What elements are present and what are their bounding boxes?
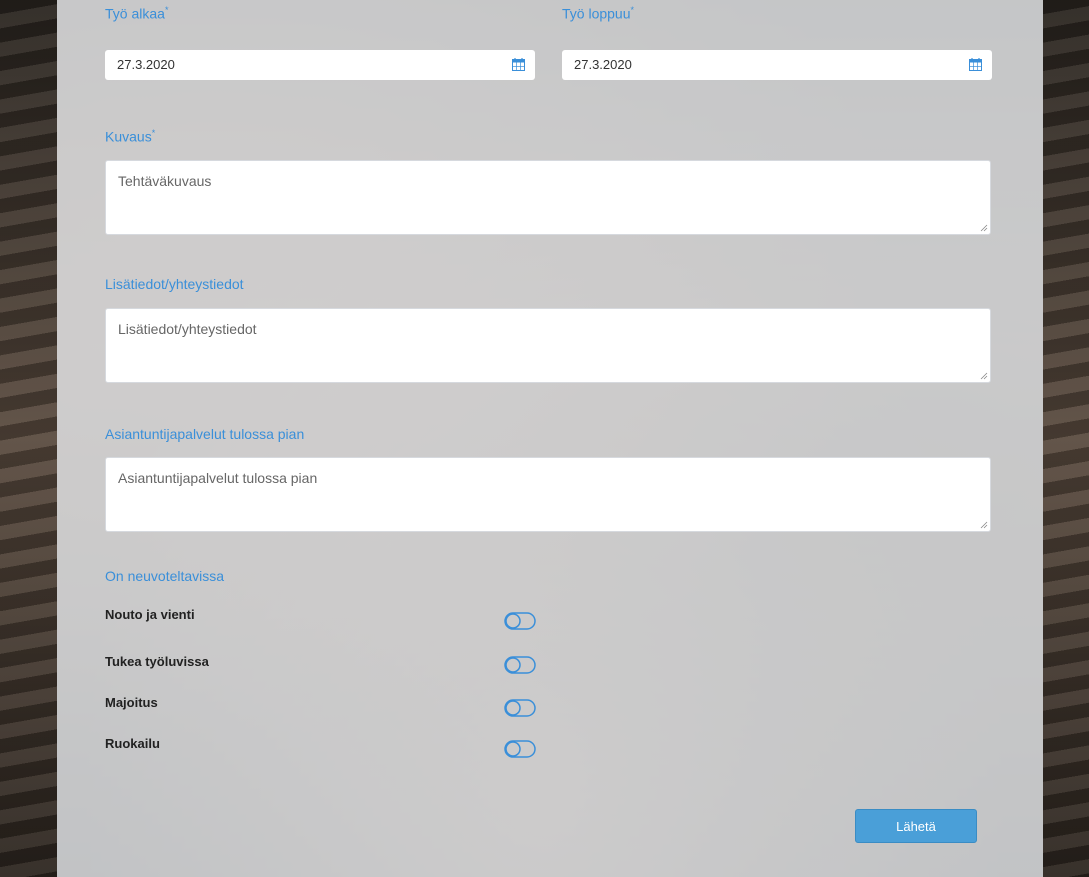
required-mark: * (164, 5, 169, 15)
additional-info-label: Lisätiedot/yhteystiedot (105, 276, 244, 292)
submit-button[interactable]: Lähetä (855, 809, 977, 843)
expert-services-label: Asiantuntijapalvelut tulossa pian (105, 426, 304, 442)
resize-grip-icon[interactable] (980, 372, 988, 380)
negotiable-label-text: On neuvoteltavissa (105, 568, 225, 584)
start-date-input[interactable]: 27.3.2020 (105, 50, 535, 80)
option-label: Tukea työluvissa (105, 654, 209, 669)
work-permit-toggle[interactable] (504, 656, 536, 674)
option-label: Ruokailu (105, 736, 160, 751)
additional-info-placeholder: Lisätiedot/yhteystiedot (118, 321, 257, 337)
background-image-left (0, 0, 57, 877)
expert-services-label-text: Asiantuntijapalvelut tulossa pian (105, 426, 305, 442)
expert-services-placeholder: Asiantuntijapalvelut tulossa pian (118, 470, 318, 486)
option-label: Majoitus (105, 695, 158, 710)
required-mark: * (151, 128, 156, 138)
start-date-value: 27.3.2020 (117, 57, 175, 72)
job-form-panel: Työ alkaa* 27.3.2020 Työ loppuu* 27.3.20… (57, 0, 1043, 877)
accommodation-toggle[interactable] (504, 699, 536, 717)
description-placeholder: Tehtäväkuvaus (118, 173, 212, 189)
description-label-text: Kuvaus (105, 128, 152, 145)
end-date-label-text: Työ loppuu (562, 5, 631, 22)
calendar-icon[interactable] (969, 58, 982, 71)
required-mark: * (630, 5, 635, 15)
resize-grip-icon[interactable] (980, 521, 988, 529)
calendar-icon[interactable] (512, 58, 525, 71)
description-textarea[interactable]: Tehtäväkuvaus (105, 160, 991, 235)
description-label: Kuvaus* (105, 128, 155, 145)
end-date-label: Työ loppuu* (562, 5, 634, 22)
meals-toggle[interactable] (504, 740, 536, 758)
end-date-input[interactable]: 27.3.2020 (562, 50, 992, 80)
resize-grip-icon[interactable] (980, 224, 988, 232)
end-date-value: 27.3.2020 (574, 57, 632, 72)
background-image-right (1043, 0, 1089, 877)
pickup-delivery-toggle[interactable] (504, 612, 536, 630)
start-date-label-text: Työ alkaa (105, 5, 165, 22)
start-date-label: Työ alkaa* (105, 5, 168, 22)
additional-info-label-text: Lisätiedot/yhteystiedot (105, 276, 244, 292)
expert-services-textarea[interactable]: Asiantuntijapalvelut tulossa pian (105, 457, 991, 532)
additional-info-textarea[interactable]: Lisätiedot/yhteystiedot (105, 308, 991, 383)
negotiable-label: On neuvoteltavissa (105, 568, 224, 584)
option-label: Nouto ja vienti (105, 607, 195, 622)
